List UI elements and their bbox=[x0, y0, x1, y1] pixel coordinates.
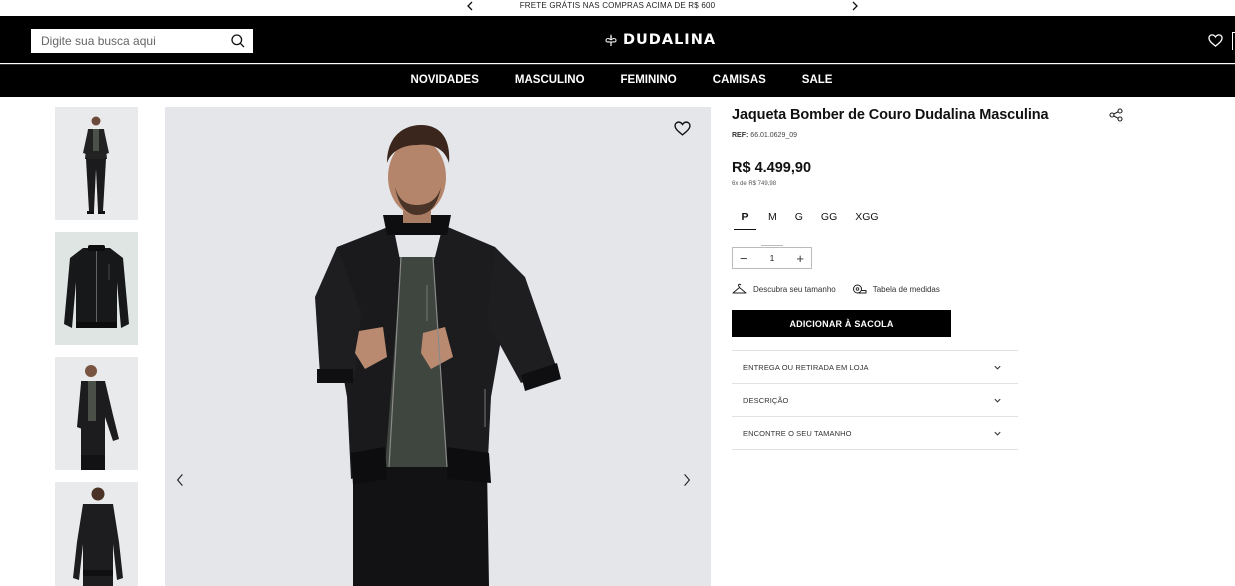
product-ref: REF: 66.01.0629_09 bbox=[732, 132, 797, 139]
add-to-bag-button[interactable]: ADICIONAR À SACOLA bbox=[732, 310, 951, 337]
chevron-right-icon bbox=[684, 474, 691, 486]
quantity-input[interactable] bbox=[761, 253, 783, 263]
nav-item-novidades[interactable]: NOVIDADES bbox=[411, 74, 479, 86]
product-thumbnail-2[interactable] bbox=[55, 232, 138, 345]
product-thumbnail-4[interactable] bbox=[55, 482, 138, 586]
heart-icon[interactable] bbox=[674, 120, 691, 137]
announcement-bar: FRETE GRÁTIS NAS COMPRAS ACIMA DE R$ 600 bbox=[0, 0, 1235, 16]
image-prev-button[interactable] bbox=[172, 469, 188, 491]
announcement-text: FRETE GRÁTIS NAS COMPRAS ACIMA DE R$ 600 bbox=[519, 1, 716, 10]
accordion-find-size-label: ENCONTRE O SEU TAMANHO bbox=[743, 428, 852, 438]
size-option-xgg[interactable]: XGG bbox=[855, 211, 878, 230]
image-next-button[interactable] bbox=[679, 469, 695, 491]
chevron-right-icon bbox=[852, 1, 858, 11]
heart-icon[interactable] bbox=[1208, 33, 1223, 48]
installments-text: 6x de R$ 749,98 bbox=[732, 181, 777, 187]
nav-item-camisas[interactable]: CAMISAS bbox=[713, 74, 766, 86]
size-table-link[interactable]: Tabela de medidas bbox=[852, 283, 940, 296]
size-option-gg[interactable]: GG bbox=[821, 211, 837, 230]
product-main-image[interactable] bbox=[165, 107, 711, 586]
size-selector: P M G GG XGG bbox=[734, 211, 897, 230]
hanger-icon bbox=[732, 283, 747, 294]
model-full-body-image bbox=[55, 107, 138, 220]
size-table-label: Tabela de medidas bbox=[872, 285, 940, 294]
accordion-find-size[interactable]: ENCONTRE O SEU TAMANHO bbox=[732, 417, 1018, 450]
chevron-down-icon bbox=[994, 398, 1001, 403]
accordion-description[interactable]: DESCRIÇÃO bbox=[732, 384, 1018, 417]
size-option-m[interactable]: M bbox=[768, 211, 777, 230]
chevron-left-icon bbox=[176, 474, 183, 486]
measuring-tape-icon bbox=[852, 284, 867, 294]
accordion-description-label: DESCRIÇÃO bbox=[743, 395, 789, 405]
brand-name: DUDALINA bbox=[623, 32, 717, 48]
size-helpers: Descubra seu tamanho Tabela de medidas bbox=[732, 283, 956, 296]
accordion-delivery-label: ENTREGA OU RETIRADA EM LOJA bbox=[743, 362, 869, 372]
model-side-pose-image bbox=[55, 357, 138, 470]
chevron-down-icon bbox=[994, 431, 1001, 436]
product-thumbnail-3[interactable] bbox=[55, 357, 138, 470]
search-icon[interactable] bbox=[230, 33, 246, 49]
product-title: Jaqueta Bomber de Couro Dudalina Masculi… bbox=[732, 107, 1049, 123]
quantity-decrease-button[interactable]: − bbox=[740, 252, 748, 265]
nav-item-masculino[interactable]: MASCULINO bbox=[515, 74, 585, 86]
quantity-stepper: − + bbox=[732, 247, 812, 269]
find-size-link[interactable]: Descubra seu tamanho bbox=[732, 283, 836, 296]
product-ref-label: REF: bbox=[732, 132, 749, 139]
model-back-view-image bbox=[55, 482, 138, 586]
nav-item-sale[interactable]: SALE bbox=[802, 74, 833, 86]
chevron-down-icon bbox=[994, 365, 1001, 370]
product-thumbnail-1[interactable] bbox=[55, 107, 138, 220]
model-wearing-jacket-photo bbox=[165, 107, 711, 586]
nav-item-feminino[interactable]: FEMININO bbox=[621, 74, 677, 86]
size-option-p[interactable]: P bbox=[734, 211, 756, 230]
search-input[interactable] bbox=[31, 29, 221, 53]
quantity-increase-button[interactable]: + bbox=[796, 252, 804, 265]
find-size-label: Descubra seu tamanho bbox=[753, 285, 836, 294]
product-accordion: ENTREGA OU RETIRADA EM LOJA DESCRIÇÃO EN… bbox=[732, 350, 1018, 450]
product-ref-value: 66.01.0629_09 bbox=[750, 132, 798, 139]
brand-logo[interactable]: DUDALINA bbox=[604, 31, 716, 49]
size-option-g[interactable]: G bbox=[795, 211, 803, 230]
site-header: DUDALINA bbox=[0, 16, 1235, 63]
fleur-de-lis-icon bbox=[605, 34, 617, 46]
share-icon[interactable] bbox=[1109, 108, 1123, 122]
announcement-next-arrow[interactable] bbox=[848, 0, 862, 13]
main-nav: NOVIDADES MASCULINO FEMININO CAMISAS SAL… bbox=[0, 64, 1235, 97]
accordion-delivery[interactable]: ENTREGA OU RETIRADA EM LOJA bbox=[732, 351, 1018, 384]
search-box bbox=[31, 29, 253, 53]
jacket-flat-lay-image bbox=[55, 232, 138, 345]
product-price: R$ 4.499,90 bbox=[732, 160, 812, 176]
